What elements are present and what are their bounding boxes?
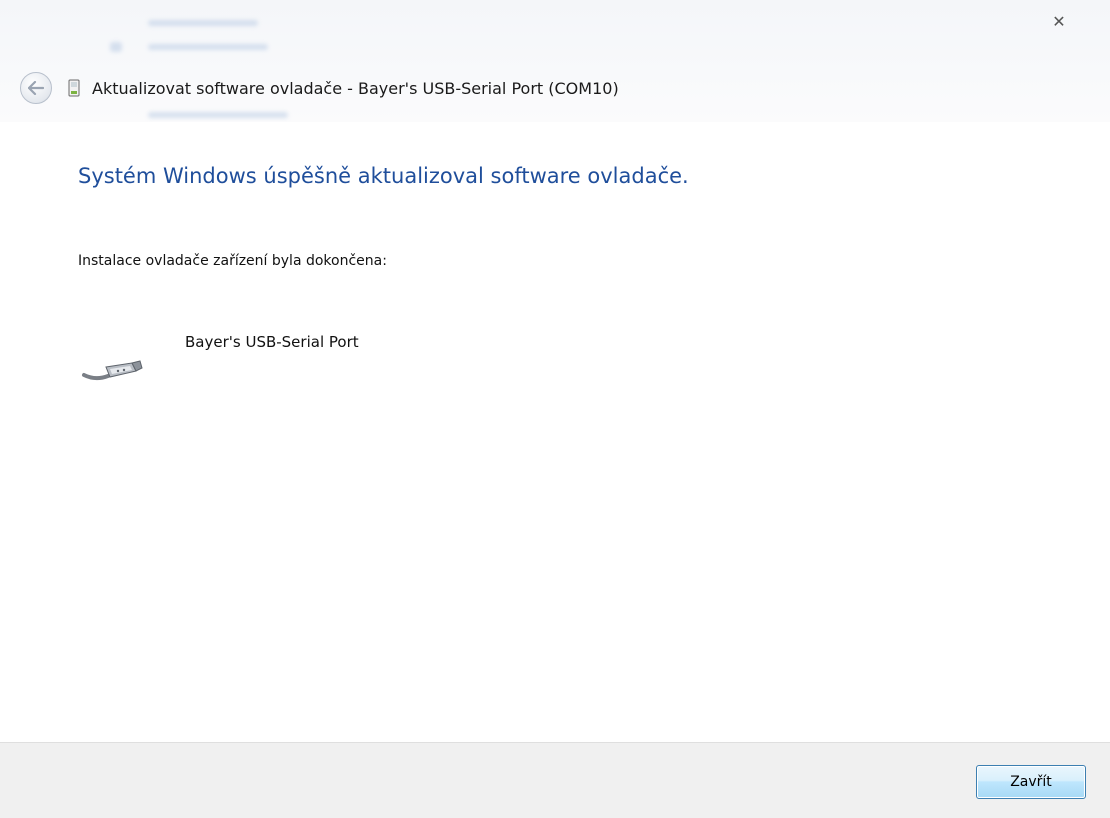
device-icon [68,79,80,97]
success-heading: Systém Windows úspěšně aktualizoval soft… [78,164,689,188]
close-button[interactable]: Zavřít [976,765,1086,799]
driver-update-window: ✕ Aktualizovat software ovladače - Bayer… [0,0,1110,818]
content-area: Systém Windows úspěšně aktualizoval soft… [0,122,1110,742]
device-entry: Bayer's USB-Serial Port [78,327,678,387]
title-row: Aktualizovat software ovladače - Bayer's… [20,70,619,106]
title-bar: ✕ Aktualizovat software ovladače - Bayer… [0,0,1110,122]
footer-bar: Zavřít [0,742,1110,818]
close-icon[interactable]: ✕ [1044,10,1074,34]
device-name: Bayer's USB-Serial Port [185,333,359,351]
window-title: Aktualizovat software ovladače - Bayer's… [92,78,619,98]
usb-serial-cable-icon [82,360,143,381]
back-button[interactable] [20,72,52,104]
installation-complete-text: Instalace ovladače zařízení byla dokonče… [78,253,387,269]
back-arrow-icon [28,81,44,95]
